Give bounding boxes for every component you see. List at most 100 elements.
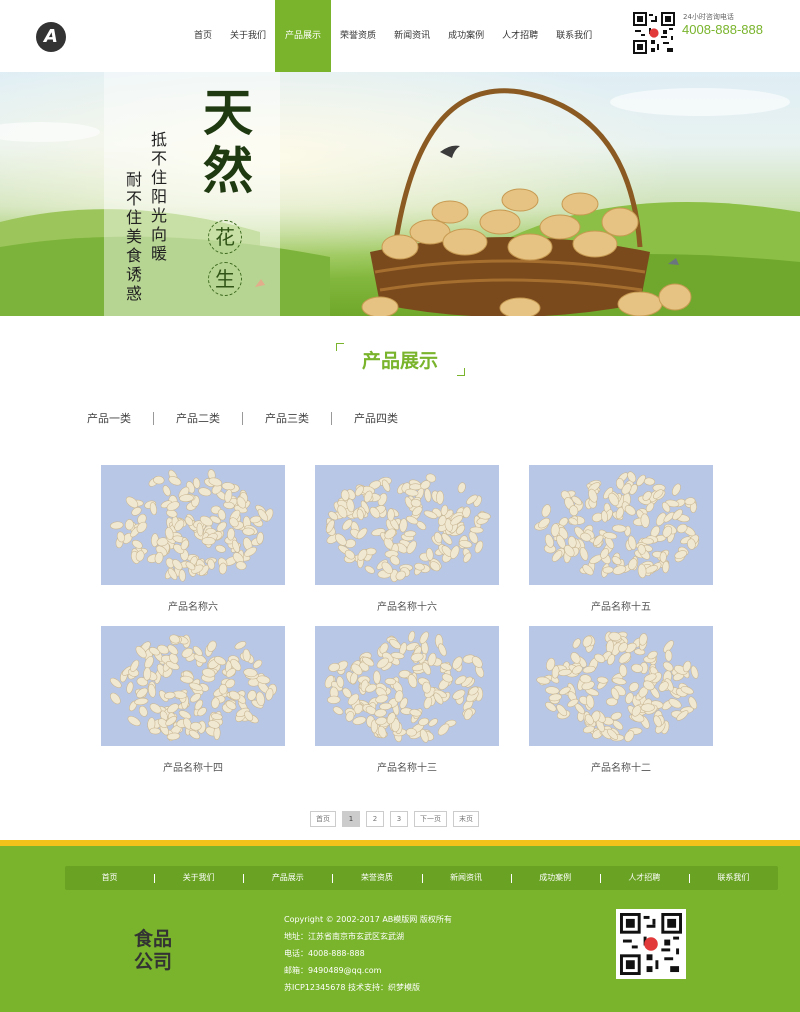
peanut-kernel [198,487,212,497]
peanut-kernel [469,526,484,534]
peanut-kernel [457,482,466,494]
footer-nav-contact[interactable]: 联系我们 [688,866,778,890]
page-button-2[interactable]: 2 [366,811,384,827]
page-first-button[interactable]: 首页 [310,811,336,827]
footer-email: 邮箱：9490489@qq.com [284,966,382,975]
pagination: 首页 1 2 3 下一页 末页 [310,811,479,827]
page-next-button[interactable]: 下一页 [414,811,447,827]
hotline-number[interactable]: 4008-888-888 [682,22,763,37]
peanut-kernel [149,502,157,516]
peanut-kernel [403,530,417,538]
peanut-kernel [143,667,152,681]
peanut-kernel [419,631,429,644]
footer-nav-cases[interactable]: 成功案例 [510,866,600,890]
category-tab-3[interactable]: 产品三类 [265,412,332,425]
peanut-kernel [134,697,149,706]
footer-address: 地址：江苏省南京市玄武区玄武湖 [284,932,404,941]
footer-info: Copyright © 2002-2017 AB模版网 版权所有 地址：江苏省南… [284,911,452,996]
nav-cases[interactable]: 成功案例 [439,0,493,72]
peanut-kernels-image [536,631,699,742]
footer-nav-about[interactable]: 关于我们 [154,866,243,890]
product-image[interactable] [101,465,285,585]
product-card[interactable]: 产品名称十三 [315,626,499,774]
peanut-kernel [596,676,609,684]
hero-banner: 抵不住阳光向暖 耐不住美食诱惑 天然 花 生 [0,72,800,316]
peanut-kernel [352,716,367,725]
category-tab-1[interactable]: 产品一类 [87,412,154,425]
nav-honors[interactable]: 荣誉资质 [331,0,385,72]
site-footer: 首页 关于我们 产品展示 荣誉资质 新闻资讯 成功案例 人才招聘 联系我们 食品… [0,846,800,1012]
product-image[interactable] [529,626,713,746]
title-corner-bottom-right [457,368,465,376]
footer-nav-jobs[interactable]: 人才招聘 [599,866,689,890]
footer-nav-home[interactable]: 首页 [65,866,154,890]
product-card[interactable]: 产品名称十四 [101,626,285,774]
peanut-kernel [162,485,171,497]
nav-products[interactable]: 产品展示 [275,0,332,72]
peanut-kernel [215,544,226,553]
hotline-label: 24小时咨询电话 [683,13,734,21]
peanut-kernels-image [534,471,700,579]
peanut-kernel [640,513,650,528]
peanut-kernel [126,681,134,694]
product-card[interactable]: 产品名称十二 [529,626,713,774]
footer-nav: 首页 关于我们 产品展示 荣誉资质 新闻资讯 成功案例 人才招聘 联系我们 [65,866,778,890]
product-name[interactable]: 产品名称六 [101,598,285,613]
nav-jobs[interactable]: 人才招聘 [493,0,547,72]
section-title: 产品展示 [361,350,438,372]
category-tab-2[interactable]: 产品二类 [176,412,243,425]
product-image[interactable] [101,626,285,746]
product-card[interactable]: 产品名称十六 [315,465,499,613]
page-last-button[interactable]: 末页 [453,811,479,827]
peanut-kernel [690,665,699,679]
peanut-kernel [659,551,667,563]
peanut-kernel [364,565,375,574]
footer-nav-honors[interactable]: 荣誉资质 [332,866,421,890]
peanut-kernel [541,504,551,518]
page-button-3[interactable]: 3 [390,811,408,827]
product-image[interactable] [529,465,713,585]
product-name[interactable]: 产品名称十四 [101,759,285,774]
main-nav: 首页 关于我们 产品展示 荣誉资质 新闻资讯 成功案例 人才招聘 联系我们 [185,0,601,72]
peanut-kernels-image [110,469,274,582]
peanut-kernel [327,695,341,704]
peanut-kernel [548,693,562,702]
nav-home[interactable]: 首页 [185,0,221,72]
peanut-kernel [422,681,432,694]
peanut-kernel [612,565,627,575]
peanut-kernel [545,686,560,695]
peanut-kernel [373,670,381,685]
banner-tagline-b: 耐不住美食诱惑 [126,170,143,303]
nav-news[interactable]: 新闻资讯 [385,0,439,72]
footer-qr-code-icon [616,909,686,979]
product-name[interactable]: 产品名称十六 [315,598,499,613]
peanut-kernel [435,490,445,505]
product-name[interactable]: 产品名称十五 [529,598,713,613]
nav-contact[interactable]: 联系我们 [547,0,601,72]
peanut-kernel [201,536,216,546]
banner-circle-char-1: 花 [208,220,242,254]
page-button-1[interactable]: 1 [342,811,360,827]
product-name[interactable]: 产品名称十三 [315,759,499,774]
footer-nav-products[interactable]: 产品展示 [243,866,332,890]
banner-headline: 天然 [203,83,253,200]
peanut-kernel [612,677,627,685]
product-image[interactable] [315,465,499,585]
product-name[interactable]: 产品名称十二 [529,759,713,774]
peanut-kernel [408,630,416,643]
footer-logo: 食品公司 [134,928,173,973]
nav-about[interactable]: 关于我们 [221,0,275,72]
peanut-kernel [247,690,257,701]
peanut-kernel [190,721,202,731]
footer-nav-news[interactable]: 新闻资讯 [421,866,511,890]
peanut-kernel [409,483,422,491]
peanut-kernel [640,703,655,712]
product-card[interactable]: 产品名称六 [101,465,285,613]
peanut-kernel [612,524,627,533]
product-card[interactable]: 产品名称十五 [529,465,713,613]
category-tab-4[interactable]: 产品四类 [354,412,420,425]
peanut-kernel [218,683,228,695]
logo-icon[interactable]: A [36,22,66,52]
product-image[interactable] [315,626,499,746]
peanut-kernels-image [325,473,491,583]
